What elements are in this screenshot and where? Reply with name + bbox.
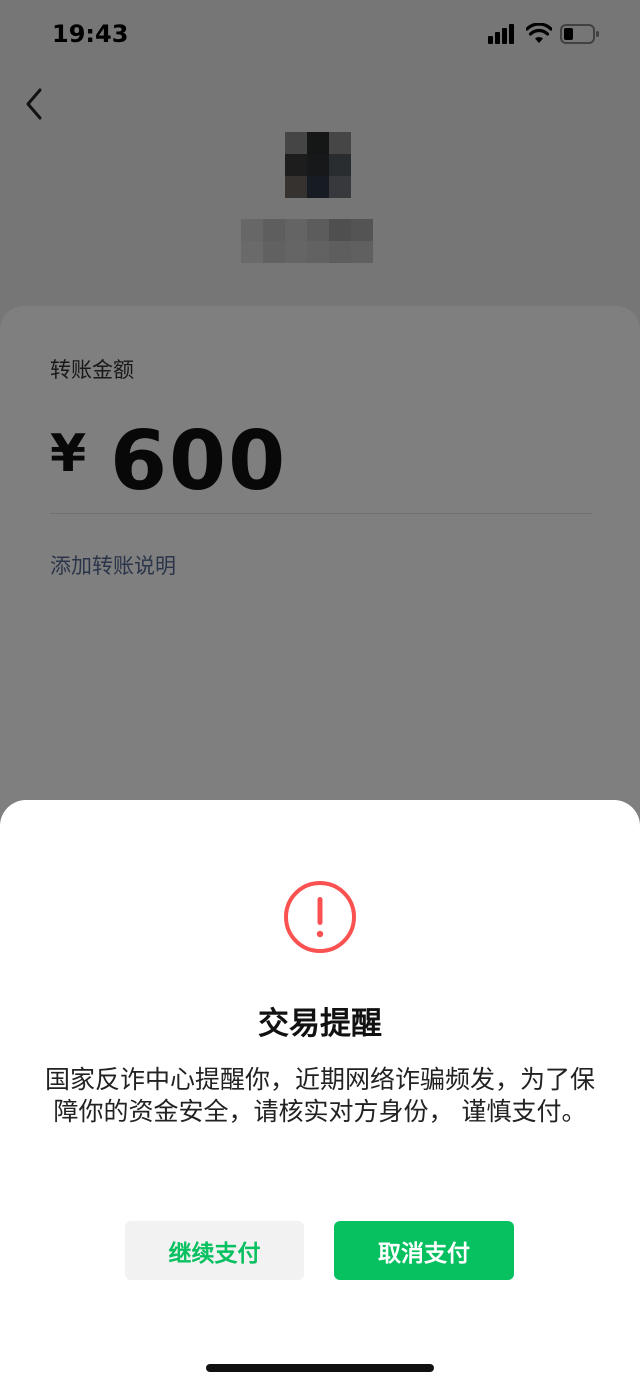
cancel-payment-button[interactable]: 取消支付	[334, 1221, 514, 1280]
dialog-message: 国家反诈中心提醒你，近期网络诈骗频发，为了保障你的资金安全，请核实对方身份， 谨…	[44, 1065, 595, 1126]
exclamation-circle-icon	[284, 881, 356, 953]
dialog-title: 交易提醒	[258, 1006, 382, 1042]
continue-payment-button[interactable]: 继续支付	[125, 1221, 304, 1280]
transaction-alert-sheet: 交易提醒 国家反诈中心提醒你，近期网络诈骗频发，为了保障你的资金安全，请核实对方…	[0, 800, 640, 1386]
home-indicator	[206, 1364, 434, 1372]
